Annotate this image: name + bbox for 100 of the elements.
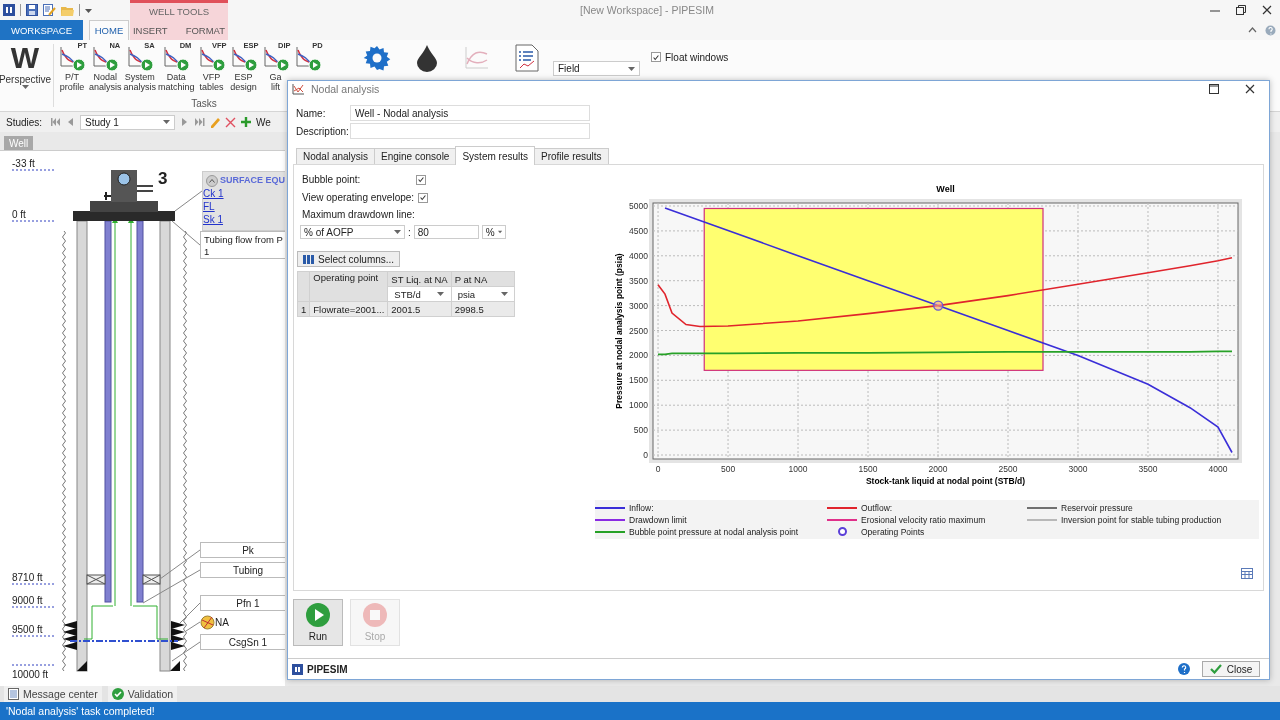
leader-line — [174, 190, 203, 212]
perspective-button[interactable]: W Perspective — [0, 40, 50, 89]
depth-label: 9500 ft — [12, 624, 43, 636]
save-icon[interactable] — [26, 4, 38, 16]
study-dropdown[interactable]: Study 1 — [80, 114, 175, 130]
chart-play-icon — [58, 44, 86, 72]
operating-point-marker — [933, 300, 944, 311]
tick-label: 0 — [643, 450, 648, 460]
window-title: [New Workspace] - PIPESIM — [580, 4, 715, 16]
tick-label: 2500 — [998, 464, 1018, 474]
table-icon[interactable] — [1241, 568, 1253, 579]
option-label: Bubble point: — [302, 174, 362, 185]
dialog-title: Nodal analysis — [311, 83, 380, 95]
collapse-icon[interactable] — [206, 175, 218, 187]
tick-label: 4500 — [629, 225, 648, 236]
action-button[interactable]: Run — [293, 599, 343, 646]
add-icon[interactable] — [240, 116, 252, 128]
help-icon[interactable] — [1178, 663, 1190, 675]
check-icon — [1209, 664, 1222, 674]
collapse-icon[interactable] — [1248, 27, 1257, 33]
caret-icon — [497, 230, 502, 234]
report-icon[interactable] — [515, 44, 539, 72]
dialog-tab[interactable]: System results — [455, 146, 535, 165]
dialog-tab[interactable]: Nodal analysis — [296, 148, 376, 164]
tick-label: 5000 — [629, 201, 648, 211]
depth-label: 9000 ft — [12, 595, 43, 607]
component-label[interactable]: CsgSn 1 — [200, 634, 285, 650]
ribbon-tab[interactable]: HOME — [89, 20, 129, 40]
tick-label: 4000 — [629, 250, 648, 261]
chart-title: Well — [936, 184, 955, 194]
equipment-link[interactable]: FL — [203, 201, 215, 212]
chart-icon — [292, 83, 305, 95]
column-header: ST Liq. at NA — [387, 271, 452, 287]
dialog-tab[interactable]: Profile results — [534, 148, 609, 164]
gear-icon[interactable] — [363, 44, 391, 72]
caret-icon — [500, 292, 508, 296]
field-label: Description: — [296, 125, 350, 137]
component-label[interactable]: Pfn 1 — [200, 595, 285, 611]
ribbon-tab[interactable]: FORMAT — [176, 20, 235, 40]
close-icon[interactable] — [1245, 84, 1255, 94]
app-logo-icon — [292, 663, 303, 675]
unit-dropdown[interactable]: % — [481, 225, 506, 239]
close-button[interactable]: Close — [1202, 661, 1260, 677]
name-field[interactable]: Well - Nodal analysis — [350, 105, 590, 121]
tick-label: 3500 — [1138, 464, 1158, 474]
tick-label: 4000 — [1208, 464, 1228, 474]
panel-tab[interactable]: Message center — [4, 686, 102, 702]
checkbox[interactable] — [416, 174, 426, 185]
legend-label: Inversion point for stable tubing production — [1061, 514, 1222, 525]
app-logo-icon[interactable] — [3, 4, 15, 16]
caret-icon[interactable] — [85, 7, 92, 13]
checkbox[interactable] — [651, 52, 661, 62]
studies-label: Studies: — [6, 116, 44, 128]
tick-label: 0 — [655, 464, 661, 474]
status-message: 'Nodal analysis' task completed! — [0, 702, 1280, 720]
axis-title: Stock-tank liquid at nodal point (STB/d) — [865, 476, 1026, 486]
table-corner — [297, 271, 310, 302]
chart-play-icon — [125, 44, 154, 72]
legend-label: Operating Points — [861, 526, 925, 537]
axis-title: Pressure at nodal analysis point (psia) — [614, 253, 624, 409]
restore-icon[interactable] — [1236, 5, 1246, 15]
ribbon-tab[interactable]: WORKSPACE — [0, 20, 83, 40]
equipment-link[interactable]: Sk 1 — [203, 214, 223, 225]
mode-dropdown[interactable]: % of AOFP — [300, 225, 405, 239]
last-icon[interactable] — [194, 117, 205, 127]
checkbox-label: Float windows — [665, 52, 729, 63]
node-label[interactable]: NA — [215, 617, 229, 628]
panel-tab[interactable]: Validation — [107, 686, 178, 702]
first-icon[interactable] — [50, 117, 61, 127]
equipment-link[interactable]: Ck 1 — [203, 188, 224, 199]
legend-label: Inflow: — [629, 502, 654, 513]
chart-play-icon — [162, 44, 191, 72]
caret-icon — [163, 120, 170, 124]
delete-icon[interactable] — [225, 116, 236, 128]
drop-icon[interactable] — [416, 44, 438, 72]
option-label: View operating envelope: — [302, 192, 415, 203]
depth-label: 8710 ft — [12, 572, 43, 584]
ball-icon[interactable] — [200, 615, 215, 630]
field-label: Name: — [296, 107, 327, 119]
legend-label: Drawdown limit — [629, 514, 687, 525]
component-label[interactable]: Pk — [200, 542, 285, 558]
close-icon[interactable] — [1262, 5, 1272, 15]
columns-icon — [303, 254, 314, 264]
wellhead-number: 3 — [158, 169, 168, 189]
option-label: Maximum drawdown line: — [302, 209, 416, 220]
dialog-tab[interactable]: Engine console — [374, 148, 457, 164]
select-columns-button[interactable]: Select columns... — [297, 251, 401, 267]
field-dropdown[interactable]: Field — [553, 61, 640, 76]
value-field[interactable]: 80 — [413, 225, 479, 239]
view-tab[interactable]: We — [256, 116, 271, 128]
component-label[interactable]: Tubing — [200, 562, 285, 578]
description-field[interactable] — [350, 123, 590, 139]
brand-label: PIPESIM — [307, 663, 348, 675]
edit-icon[interactable] — [43, 4, 56, 16]
chart-play-icon — [293, 44, 322, 72]
checkbox[interactable] — [418, 192, 429, 203]
legend-label: Reservoir pressure — [1061, 502, 1133, 513]
chart-play-icon — [261, 44, 290, 72]
maximize-icon[interactable] — [1209, 84, 1219, 94]
callout-label: Tubing flow from P 1 — [200, 231, 285, 259]
